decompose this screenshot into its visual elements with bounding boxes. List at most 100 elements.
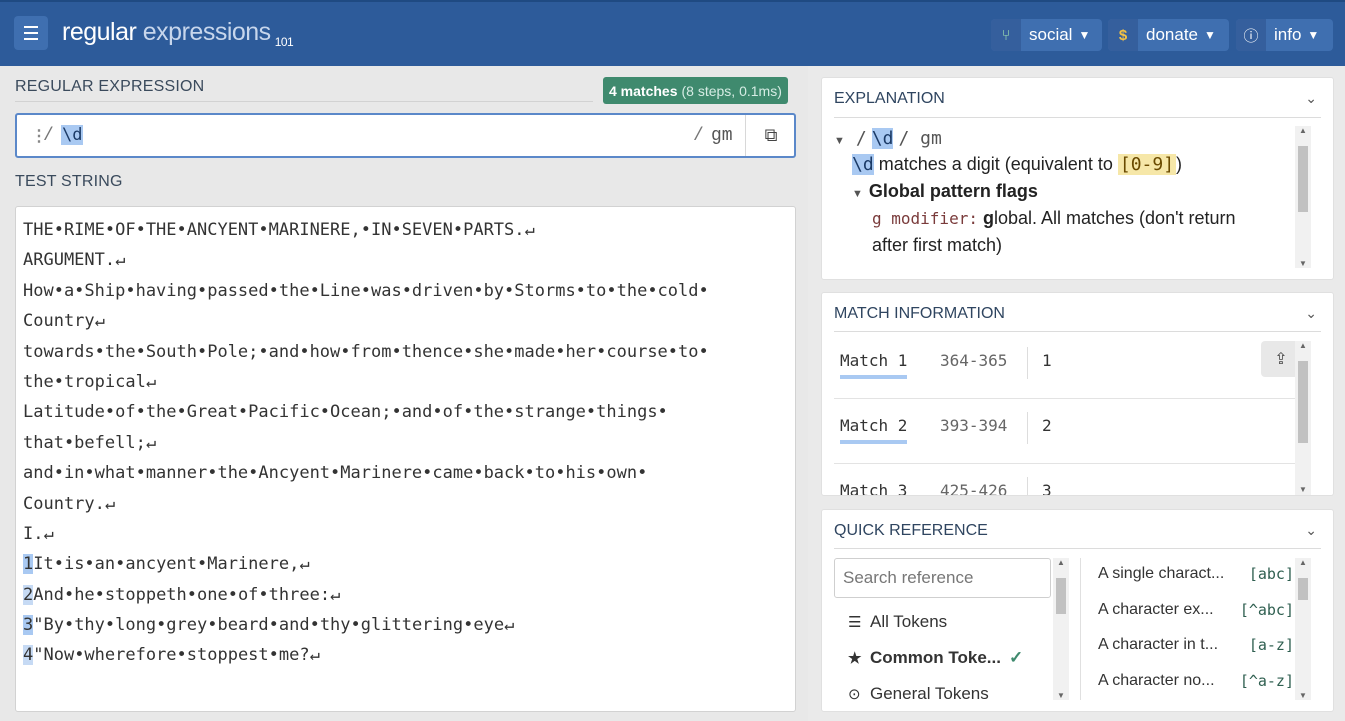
match-value: 2	[1042, 416, 1052, 435]
explanation-token: \d matches a digit (equivalent to [0-9])	[852, 154, 1182, 175]
chevron-down-icon[interactable]: ⌄	[1305, 90, 1317, 107]
category-common-tokens[interactable]: ★ Common Toke... ✓	[848, 648, 1023, 668]
scrollbar-thumb[interactable]	[1298, 361, 1308, 443]
explanation-scrollbar[interactable]: ▲ ▼	[1295, 126, 1311, 268]
scrollbar-thumb[interactable]	[1298, 146, 1308, 212]
quick-reference-title: QUICK REFERENCE	[834, 522, 988, 539]
divider	[1027, 477, 1028, 495]
scroll-up-icon[interactable]: ▲	[1295, 126, 1311, 135]
star-icon: ★	[848, 650, 862, 667]
test-line: and•in•what•manner•the•Ancyent•Marinere•…	[23, 463, 648, 484]
divider	[15, 101, 593, 102]
match-label: Match 3	[840, 481, 907, 495]
match-row[interactable]: Match 3 425-426 3	[834, 464, 1301, 496]
reference-token: [a-z]	[1248, 636, 1294, 654]
chevron-down-icon[interactable]: ⌄	[1305, 305, 1317, 322]
explanation-tree-root: ▼ / \d / gm	[834, 128, 942, 149]
menu-icon[interactable]	[14, 16, 48, 50]
divider	[834, 331, 1321, 332]
scrollbar-thumb[interactable]	[1298, 578, 1308, 600]
g-modifier-label: g modifier:	[872, 209, 978, 228]
test-line: 4"Now•wherefore•stoppest•me?↵	[23, 640, 795, 670]
match-info-panel: MATCH INFORMATION ⌄ Match 1 364-365 1 Ma…	[821, 292, 1334, 496]
reference-item[interactable]: A character no... [^a-z]	[1098, 672, 1294, 690]
category-all-tokens[interactable]: ☰ All Tokens	[848, 612, 947, 632]
match-range: 364-365	[940, 351, 1008, 370]
test-line: How•a•Ship•having•passed•the•Line•was•dr…	[23, 280, 709, 301]
chevron-down-icon[interactable]: ⌄	[1305, 522, 1317, 539]
divider	[1080, 558, 1081, 700]
regex-pattern[interactable]: \d	[61, 125, 84, 145]
scroll-down-icon[interactable]: ▼	[1053, 691, 1069, 700]
match-value: 1	[1042, 351, 1052, 370]
reference-item[interactable]: A single charact... [abc]	[1098, 565, 1294, 583]
info-label: info	[1274, 25, 1302, 44]
test-line: that•befell;↵	[23, 432, 157, 453]
match-info-title: MATCH INFORMATION	[834, 305, 1005, 322]
branch-icon: ⑂	[991, 19, 1021, 51]
logo-sub: 101	[274, 35, 294, 49]
donate-button[interactable]: $ donate ▼	[1108, 19, 1229, 51]
match-highlight: 1	[23, 554, 34, 575]
tree-slash: /	[855, 128, 867, 149]
reference-item[interactable]: A character in t... [a-z]	[1098, 636, 1294, 654]
dollar-icon: $	[1108, 19, 1138, 51]
test-line: Country.↵	[23, 493, 116, 514]
target-icon: ⊙	[848, 686, 861, 703]
scroll-up-icon[interactable]: ▲	[1053, 558, 1069, 567]
token-close: )	[1176, 154, 1183, 174]
test-string-title: TEST STRING	[15, 173, 123, 190]
divider	[834, 117, 1321, 118]
info-button[interactable]: ⓘ info ▼	[1236, 19, 1333, 51]
category-general-tokens[interactable]: ⊙ General Tokens	[848, 684, 989, 704]
regex-input[interactable]: ⋮ / \d / gm ⧉	[15, 113, 796, 158]
match-range: 393-394	[940, 416, 1008, 435]
stack-icon: ☰	[848, 614, 862, 631]
test-line: Latitude•of•the•Great•Pacific•Ocean;•and…	[23, 402, 668, 423]
match-range: 425-426	[940, 481, 1008, 496]
category-label: General Tokens	[870, 684, 989, 703]
test-string-input[interactable]: THE•RIME•OF•THE•ANCYENT•MARINERE,•IN•SEV…	[15, 206, 796, 712]
test-line: Country↵	[23, 311, 105, 332]
reference-token: [abc]	[1248, 565, 1294, 583]
flags-heading-row: ▼ Global pattern flags	[852, 181, 1038, 202]
match-value: 3	[1042, 481, 1052, 496]
test-line: 1It•is•an•ancyent•Marinere,↵	[23, 549, 795, 579]
test-line: THE•RIME•OF•THE•ANCYENT•MARINERE,•IN•SEV…	[23, 220, 535, 240]
match-row[interactable]: Match 1 364-365 1	[834, 334, 1301, 399]
check-icon: ✓	[1008, 648, 1024, 667]
social-button[interactable]: ⑂ social ▼	[991, 19, 1102, 51]
reference-item[interactable]: A character ex... [^abc]	[1098, 601, 1294, 619]
regex-section-title: REGULAR EXPRESSION	[15, 78, 205, 95]
regex-flags[interactable]: gm	[711, 126, 733, 146]
triangle-down-icon[interactable]: ▼	[834, 135, 845, 147]
g-modifier-desc: lobal. All matches (don't return	[993, 208, 1236, 228]
reference-scrollbar[interactable]: ▲ ▼	[1295, 558, 1311, 700]
category-scrollbar[interactable]: ▲ ▼	[1053, 558, 1069, 700]
divider	[1027, 412, 1028, 444]
match-scrollbar[interactable]: ▲ ▼	[1295, 341, 1311, 495]
explanation-title: EXPLANATION	[834, 90, 945, 107]
logo[interactable]: regular expressions 101	[62, 18, 294, 49]
copy-icon[interactable]: ⧉	[745, 115, 796, 156]
scroll-up-icon[interactable]: ▲	[1295, 341, 1311, 350]
scroll-down-icon[interactable]: ▼	[1295, 691, 1311, 700]
logo-main: regular	[62, 18, 137, 46]
social-label: social	[1029, 25, 1073, 44]
search-reference-input[interactable]: Search reference	[834, 558, 1051, 598]
tree-pattern: \d	[871, 128, 894, 149]
scroll-up-icon[interactable]: ▲	[1295, 558, 1311, 567]
triangle-down-icon[interactable]: ▼	[852, 188, 863, 200]
test-line: ARGUMENT.↵	[23, 250, 126, 271]
donate-label: donate	[1146, 25, 1198, 44]
match-row[interactable]: Match 2 393-394 2	[834, 399, 1301, 464]
top-bar: regular expressions 101 ⑂ social ▼ $ dona…	[0, 0, 1345, 66]
delimiter-close: /	[693, 126, 704, 146]
match-count-badge: 4 matches (8 steps, 0.1ms)	[603, 77, 788, 104]
scroll-down-icon[interactable]: ▼	[1295, 485, 1311, 494]
reference-desc: A character ex...	[1098, 601, 1214, 618]
scrollbar-thumb[interactable]	[1056, 578, 1066, 614]
line-text: "By•thy•long•grey•beard•and•thy•glitteri…	[33, 615, 515, 636]
scroll-down-icon[interactable]: ▼	[1295, 259, 1311, 268]
match-label: Match 2	[840, 416, 908, 444]
